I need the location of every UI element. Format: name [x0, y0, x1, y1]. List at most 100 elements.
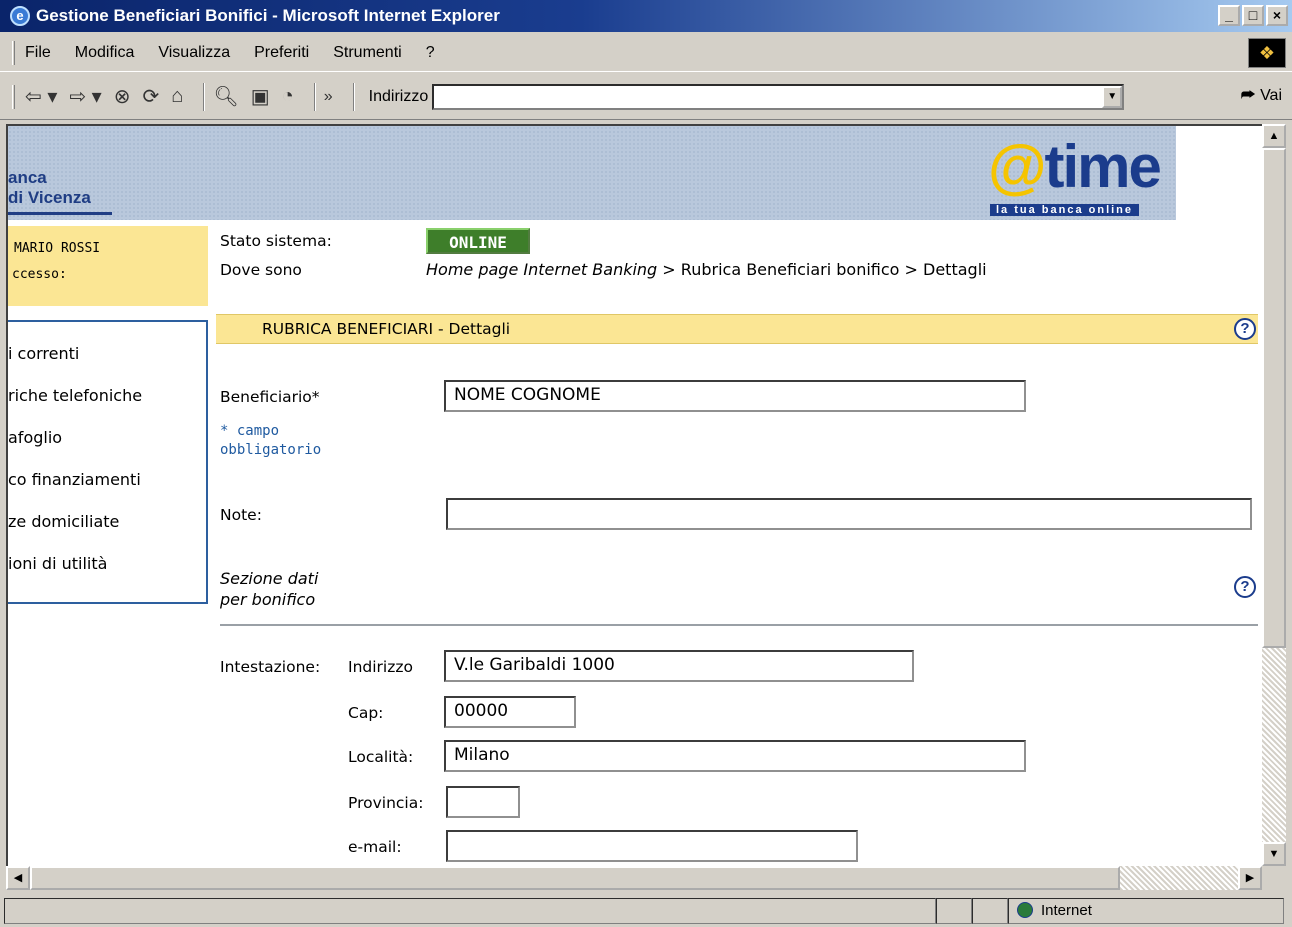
bank-name: anca di Vicenza — [8, 168, 91, 208]
note-input[interactable] — [446, 498, 1252, 530]
nav-item-portafoglio[interactable]: afoglio — [8, 428, 62, 447]
status-badge: ONLINE — [426, 228, 530, 254]
zone-label: Internet — [1041, 901, 1092, 919]
cap-label: Cap: — [348, 704, 384, 722]
provincia-input[interactable] — [446, 786, 520, 818]
close-button[interactable]: × — [1266, 5, 1288, 26]
status-pane — [972, 897, 1008, 924]
menu-strumenti[interactable]: Strumenti — [333, 44, 401, 62]
zone-pane: Internet — [1008, 897, 1284, 924]
indirizzo-label: Indirizzo — [348, 658, 413, 676]
page-viewport: anca di Vicenza @time la tua banca onlin… — [6, 124, 1262, 866]
required-field-note: * campo obbligatorio — [220, 422, 321, 460]
go-arrow-icon: ⮫ — [1240, 87, 1256, 104]
beneficiario-input[interactable]: NOME COGNOME — [444, 380, 1026, 412]
logo-tagline: la tua banca online — [990, 204, 1140, 216]
vertical-scrollbar[interactable]: ▲ ▼ — [1262, 124, 1286, 866]
window-controls: _ □ × — [1218, 5, 1288, 26]
scroll-down-arrow-icon[interactable]: ▼ — [1262, 842, 1286, 866]
menu-bar: File Modifica Visualizza Preferiti Strum… — [0, 34, 1292, 72]
section-title: RUBRICA BENEFICIARI - Dettagli — [262, 320, 511, 338]
ie-icon: e — [10, 6, 30, 26]
bank-name-line2: di Vicenza — [8, 188, 91, 207]
window-title: Gestione Beneficiari Bonifici - Microsof… — [36, 6, 500, 25]
scroll-right-arrow-icon[interactable]: ▶ — [1238, 866, 1262, 890]
search-icon[interactable]: 🔍︎ — [213, 84, 238, 109]
stop-icon[interactable]: ⊗ — [114, 84, 131, 109]
localita-input[interactable]: Milano — [444, 740, 1026, 772]
nav-item-funzioni[interactable]: ioni di utilità — [8, 554, 107, 573]
intestazione-label: Intestazione: — [220, 658, 321, 676]
breadcrumb-home-link[interactable]: Home page Internet Banking — [426, 260, 657, 279]
bank-banner: anca di Vicenza @time la tua banca onlin… — [8, 126, 1176, 220]
breadcrumb: Home page Internet Banking > Rubrica Ben… — [426, 260, 987, 279]
indirizzo-input[interactable]: V.le Garibaldi 1000 — [444, 650, 914, 682]
payment-data-section-label: Sezione dati per bonifico — [220, 568, 318, 610]
logo-at: @ — [988, 133, 1046, 200]
atime-logo: @time — [988, 132, 1162, 201]
required-note-line1: * campo — [220, 423, 280, 439]
menu-preferiti[interactable]: Preferiti — [254, 44, 309, 62]
toolbar-grip — [12, 84, 15, 109]
maximize-button[interactable]: □ — [1242, 5, 1264, 26]
status-text-pane — [4, 897, 936, 924]
toolbar-separator — [203, 82, 206, 111]
home-icon[interactable]: ⌂ — [171, 85, 183, 108]
toolbar: ⇦ ▾ ⇨ ▾ ⊗ ⟳ ⌂ 🔍︎ ▣ ◔ » Indirizzo ▼ ⮫ Vai — [0, 74, 1292, 120]
address-label: Indirizzo — [368, 87, 429, 105]
breadcrumb-label: Dove sono — [220, 261, 302, 279]
menu-visualizza[interactable]: Visualizza — [158, 44, 230, 62]
horizontal-scrollbar[interactable]: ◀ ▶ — [6, 866, 1262, 890]
status-bar: Internet — [0, 894, 1292, 927]
email-input[interactable] — [446, 830, 858, 862]
note-label: Note: — [220, 506, 262, 524]
history-icon[interactable]: ◔ — [282, 85, 294, 108]
status-pane — [936, 897, 972, 924]
nav-item-conti-correnti[interactable]: i correnti — [8, 344, 79, 363]
help-icon[interactable]: ? — [1234, 318, 1256, 340]
bank-name-underline — [8, 212, 112, 215]
provincia-label: Provincia: — [348, 794, 424, 812]
menu-help[interactable]: ? — [426, 44, 435, 62]
address-dropdown-button[interactable]: ▼ — [1102, 85, 1123, 108]
toolbar-separator — [313, 82, 316, 111]
logo-text: time — [1044, 133, 1162, 200]
bank-name-line1: anca — [8, 168, 47, 187]
toolbar-chevron[interactable]: » — [324, 88, 333, 106]
section-note-line2: per bonifico — [220, 590, 316, 609]
go-button[interactable]: ⮫ Vai — [1241, 87, 1282, 105]
address-input[interactable] — [432, 83, 1125, 110]
section-divider — [220, 624, 1258, 626]
breadcrumb-trail: > Rubrica Beneficiari bonifico > Dettagl… — [657, 260, 987, 279]
globe-icon — [1017, 901, 1033, 918]
user-box: MARIO ROSSI ccesso: — [8, 226, 208, 306]
nav-item-finanziamenti[interactable]: co finanziamenti — [8, 470, 141, 489]
vertical-scroll-thumb[interactable] — [1262, 148, 1286, 648]
minimize-button[interactable]: _ — [1218, 5, 1240, 26]
last-access-label: ccesso: — [12, 267, 67, 282]
go-label: Vai — [1260, 87, 1282, 104]
title-bar: e Gestione Beneficiari Bonifici - Micros… — [0, 0, 1292, 32]
horizontal-scroll-thumb[interactable] — [30, 866, 1120, 890]
left-nav: i correnti riche telefoniche afoglio co … — [8, 320, 208, 604]
back-arrow-icon[interactable]: ⇦ ▾ — [25, 84, 57, 109]
forward-arrow-icon[interactable]: ⇨ ▾ — [69, 84, 101, 109]
menu-file[interactable]: File — [25, 44, 51, 62]
localita-label: Località: — [348, 748, 414, 766]
system-status-label: Stato sistema: — [220, 232, 332, 250]
favorites-icon[interactable]: ▣ — [251, 84, 270, 109]
help-icon-payment-section[interactable]: ? — [1234, 576, 1256, 598]
section-header: RUBRICA BENEFICIARI - Dettagli — [216, 314, 1258, 344]
scroll-left-arrow-icon[interactable]: ◀ — [6, 866, 30, 890]
cap-input[interactable]: 00000 — [444, 696, 576, 728]
refresh-icon[interactable]: ⟳ — [142, 84, 159, 109]
nav-item-utenze[interactable]: ze domiciliate — [8, 512, 119, 531]
toolbar-separator — [352, 82, 355, 111]
beneficiario-label: Beneficiario* — [220, 388, 320, 406]
windows-logo-icon: ❖ — [1248, 38, 1286, 68]
menu-grip — [12, 40, 15, 65]
scroll-up-arrow-icon[interactable]: ▲ — [1262, 124, 1286, 148]
user-name: MARIO ROSSI — [14, 241, 101, 256]
nav-item-ricariche[interactable]: riche telefoniche — [8, 386, 142, 405]
menu-modifica[interactable]: Modifica — [75, 44, 135, 62]
